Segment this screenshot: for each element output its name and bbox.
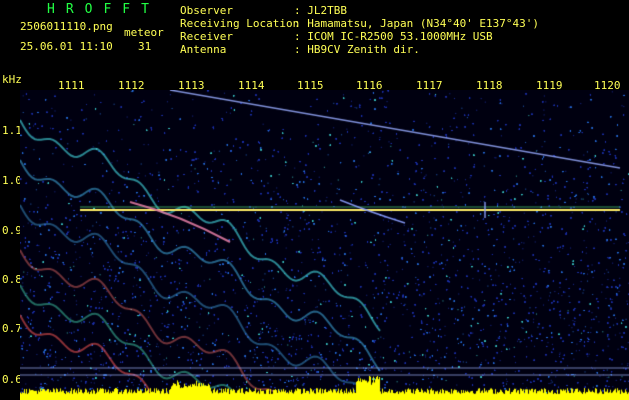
info-label-location: Receiving Location — [180, 17, 300, 30]
meteor-count: 31 — [138, 40, 152, 53]
meteor-label: meteor — [124, 26, 164, 39]
y-tick-label: 1.0 — [2, 174, 22, 187]
spectrogram-plot — [20, 90, 629, 400]
filename: 2506011110.png — [20, 20, 113, 33]
info-value-observer: : JL2TBB — [294, 4, 347, 17]
y-tick-label: 0.9 — [2, 224, 22, 237]
info-value-location: : Hamamatsu, Japan (N34°40' E137°43') — [294, 17, 540, 30]
info-value-receiver: : ICOM IC-R2500 53.1000MHz USB — [294, 30, 493, 43]
axis-unit-label: kHz — [2, 73, 22, 86]
datetime: 25.06.01 11:10 — [20, 40, 113, 53]
y-tick-label: 1.1 — [2, 124, 22, 137]
info-label-receiver: Receiver — [180, 30, 233, 43]
app-brand-title: HROFFT — [47, 2, 160, 17]
info-label-observer: Observer — [180, 4, 233, 17]
info-value-antenna: : HB9CV Zenith dir. — [294, 43, 420, 56]
info-label-antenna: Antenna — [180, 43, 227, 56]
y-tick-label: 0.7 — [2, 322, 22, 335]
y-tick-label: 0.6 — [2, 373, 22, 386]
y-tick-label: 0.8 — [2, 273, 22, 286]
